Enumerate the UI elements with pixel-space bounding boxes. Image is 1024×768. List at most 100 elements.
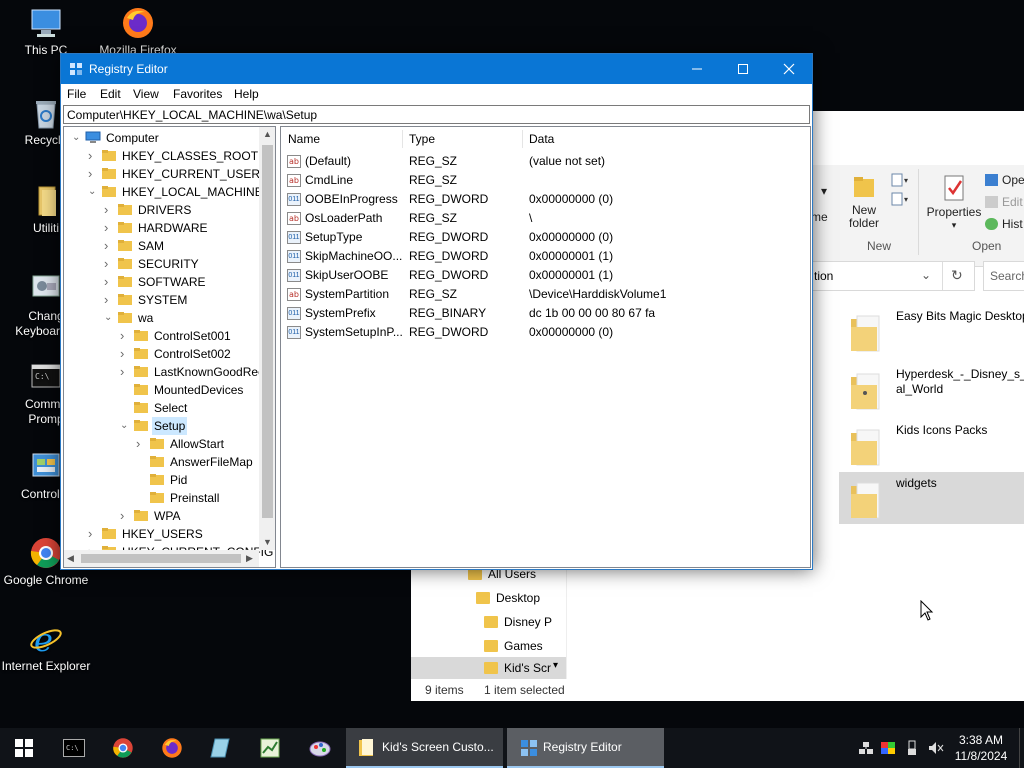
- expand-chevron-icon[interactable]: ›: [120, 507, 130, 525]
- file-item-easy-bits[interactable]: Easy Bits Magic Desktop: [839, 305, 1024, 357]
- value-row[interactable]: 011 SkipMachineOO... REG_DWORD 0x00000001 (…: [285, 247, 805, 266]
- tree-node-mounteddevices[interactable]: MountedDevices: [64, 381, 259, 399]
- file-item-hyperdesk[interactable]: Hyperdesk_-_Disney_s_It al_World: [839, 363, 1024, 415]
- new-folder-button[interactable]: New folder: [844, 173, 884, 230]
- expand-chevron-icon[interactable]: ›: [88, 165, 98, 183]
- show-desktop-button[interactable]: [1019, 728, 1024, 768]
- tree-node-controlset002[interactable]: › ControlSet002: [64, 345, 259, 363]
- start-button[interactable]: [0, 728, 48, 768]
- tree-vertical-scrollbar[interactable]: ▲ ▼: [259, 127, 275, 550]
- explorer-address-bar[interactable]: tion ⌄ ↻: [810, 261, 975, 291]
- close-button[interactable]: [766, 54, 812, 84]
- expand-chevron-icon[interactable]: ›: [104, 255, 114, 273]
- menu-edit[interactable]: Edit: [100, 87, 121, 101]
- value-row[interactable]: 011 SystemPrefix REG_BINARY dc 1b 00 00 00 …: [285, 304, 805, 323]
- expand-chevron-icon[interactable]: ›: [104, 201, 114, 219]
- taskbar-task-registry-editor[interactable]: Registry Editor: [507, 728, 664, 768]
- desktop-icon-internet-explorer[interactable]: e Internet Explorer: [0, 621, 92, 674]
- file-item-kids-icons-packs[interactable]: Kids Icons Packs: [839, 419, 1024, 471]
- volume-muted-icon[interactable]: [928, 740, 944, 756]
- edit-button[interactable]: Edit: [985, 195, 1023, 209]
- tree-node-system[interactable]: › SYSTEM: [64, 291, 259, 309]
- tree-node-lastknowngoodrec[interactable]: › LastKnownGoodRec: [64, 363, 264, 381]
- open-button[interactable]: Ope: [985, 173, 1024, 187]
- registry-address-bar[interactable]: Computer\HKEY_LOCAL_MACHINE\wa\Setup: [63, 105, 810, 124]
- expand-chevron-icon[interactable]: ›: [104, 237, 114, 255]
- address-dropdown-icon[interactable]: ⌄: [921, 268, 931, 282]
- value-list[interactable]: Name Type Data ab (Default) REG_SZ (value n…: [280, 126, 811, 568]
- nav-item-kids-screen[interactable]: Kid's Scr ▾: [411, 657, 566, 679]
- tree-node-drivers[interactable]: › DRIVERS: [64, 201, 259, 219]
- expand-chevron-icon[interactable]: ›: [88, 147, 98, 165]
- collapse-chevron-icon[interactable]: ⌄: [120, 417, 130, 435]
- tree-scroll-thumb[interactable]: [262, 145, 273, 518]
- explorer-search-input[interactable]: Search: [983, 261, 1024, 291]
- taskbar-task-explorer[interactable]: Kid's Screen Custo...: [346, 728, 503, 768]
- tree-node-computer[interactable]: ⌄ Computer: [64, 129, 259, 147]
- value-row[interactable]: ab CmdLine REG_SZ: [285, 171, 805, 190]
- menu-favorites[interactable]: Favorites: [173, 87, 222, 101]
- taskbar-app-4[interactable]: [197, 728, 245, 768]
- tree-node-controlset001[interactable]: › ControlSet001: [64, 327, 259, 345]
- display-color-icon[interactable]: [880, 740, 896, 756]
- collapse-chevron-icon[interactable]: ⌄: [72, 129, 82, 147]
- scroll-up-icon[interactable]: ▲: [263, 129, 272, 139]
- network-icon[interactable]: [858, 740, 874, 756]
- taskbar-command-prompt[interactable]: C:\: [50, 728, 98, 768]
- taskbar-app-5[interactable]: [246, 728, 294, 768]
- tree-node-select[interactable]: Select: [64, 399, 259, 417]
- value-row[interactable]: ab (Default) REG_SZ (value not set): [285, 152, 805, 171]
- expand-chevron-icon[interactable]: ›: [104, 273, 114, 291]
- expand-chevron-icon[interactable]: ›: [88, 525, 98, 543]
- scroll-right-icon[interactable]: ▶: [246, 553, 253, 564]
- expand-chevron-icon[interactable]: ›: [104, 291, 114, 309]
- tree-node-answerfilemap[interactable]: AnswerFileMap: [64, 453, 259, 471]
- tree-node-setup[interactable]: ⌄ Setup: [64, 417, 259, 435]
- properties-button[interactable]: Properties ▾: [925, 173, 983, 232]
- tree-node-sam[interactable]: › SAM: [64, 237, 259, 255]
- expand-chevron-icon[interactable]: ›: [136, 435, 146, 453]
- value-row[interactable]: 011 SetupType REG_DWORD 0x00000000 (0): [285, 228, 805, 247]
- taskbar-chrome[interactable]: [99, 728, 147, 768]
- file-item-widgets[interactable]: widgets: [839, 472, 1024, 524]
- taskbar-app-6[interactable]: [296, 728, 344, 768]
- value-row[interactable]: ab SystemPartition REG_SZ \Device\HarddiskV…: [285, 285, 805, 304]
- column-header-data[interactable]: Data: [529, 132, 554, 146]
- minimize-button[interactable]: [674, 54, 720, 84]
- tree-node-hkey-local-machine[interactable]: ⌄ HKEY_LOCAL_MACHINE: [64, 183, 263, 201]
- menu-view[interactable]: View: [133, 87, 159, 101]
- value-row[interactable]: ab OsLoaderPath REG_SZ \: [285, 209, 805, 228]
- copy-path-button[interactable]: ▾ ▾: [884, 171, 914, 212]
- key-tree[interactable]: ⌄ Computer › HKEY_CLASSES_ROOT › HKEY_CURRENT…: [63, 126, 276, 568]
- clock[interactable]: 3:38 AM 11/8/2024: [946, 732, 1016, 764]
- tree-node-wa[interactable]: ⌄ wa: [64, 309, 259, 327]
- menu-help[interactable]: Help: [234, 87, 259, 101]
- expand-chevron-icon[interactable]: ›: [120, 327, 130, 345]
- expand-chevron-icon[interactable]: ›: [104, 219, 114, 237]
- collapse-chevron-icon[interactable]: ⌄: [88, 183, 98, 201]
- tree-node-hardware[interactable]: › HARDWARE: [64, 219, 259, 237]
- tree-hscroll-thumb[interactable]: [81, 554, 241, 563]
- collapse-chevron-icon[interactable]: ⌄: [104, 309, 114, 327]
- scroll-left-icon[interactable]: ◀: [67, 553, 74, 564]
- expand-chevron-icon[interactable]: ›: [120, 345, 130, 363]
- column-header-type[interactable]: Type: [409, 132, 435, 146]
- tree-horizontal-scrollbar[interactable]: ◀ ▶: [64, 550, 259, 567]
- nav-item-desktop[interactable]: Desktop: [476, 591, 540, 605]
- menu-file[interactable]: File: [67, 87, 86, 101]
- tree-node-hkey-current-user[interactable]: › HKEY_CURRENT_USER: [64, 165, 260, 183]
- expand-chevron-icon[interactable]: ›: [120, 363, 130, 381]
- value-row[interactable]: 011 SystemSetupInP... REG_DWORD 0x00000000 …: [285, 323, 805, 342]
- desktop-icon-this-pc[interactable]: This PC: [0, 6, 92, 58]
- column-header-name[interactable]: Name: [288, 132, 320, 146]
- title-bar[interactable]: Registry Editor: [61, 54, 812, 84]
- scroll-down-icon[interactable]: ▾: [553, 660, 558, 671]
- tree-node-hkey-users[interactable]: › HKEY_USERS: [64, 525, 259, 543]
- nav-item-disney[interactable]: Disney P: [484, 615, 552, 629]
- value-row[interactable]: 011 OOBEInProgress REG_DWORD 0x00000000 (0): [285, 190, 805, 209]
- history-button[interactable]: Hist: [985, 217, 1023, 231]
- nav-item-games[interactable]: Games: [484, 639, 543, 653]
- tree-node-software[interactable]: › SOFTWARE: [64, 273, 259, 291]
- desktop-icon-firefox[interactable]: Mozilla Firefox: [92, 6, 184, 58]
- tree-node-wpa[interactable]: › WPA: [64, 507, 259, 525]
